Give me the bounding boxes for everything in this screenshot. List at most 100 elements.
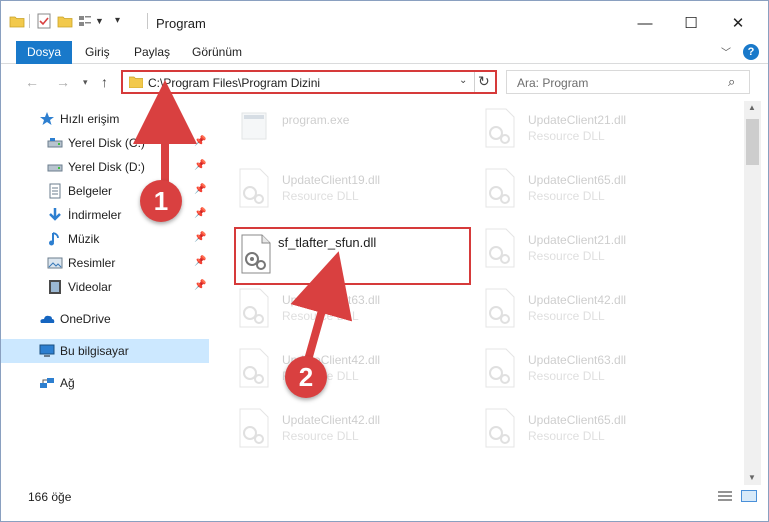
videos-icon [49, 280, 61, 294]
file-item[interactable]: UpdateClient65.dll Resource DLL [482, 401, 722, 457]
separator [147, 13, 148, 29]
navigation-bar: ← → ▾ ↑ C:\Program Files\Program Dizini … [1, 65, 768, 99]
sidebar-item-quick-access[interactable]: Hızlı erişim [1, 107, 209, 131]
sidebar-item-label: Resimler [68, 256, 116, 270]
view-options-icon[interactable] [78, 13, 92, 29]
file-name: UpdateClient21.dll [528, 113, 627, 127]
minimize-button[interactable]: — [622, 9, 668, 39]
sidebar-item-label: Yerel Disk (C:) [68, 136, 145, 150]
file-type: Resource DLL [528, 369, 605, 383]
file-type: Resource DLL [282, 429, 359, 443]
tab-file[interactable]: Dosya [16, 41, 72, 64]
dll-file-icon [485, 108, 515, 148]
dll-file-icon [241, 234, 271, 274]
file-item[interactable]: UpdateClient42.dll Resource DLL [236, 341, 476, 397]
properties-check-icon[interactable] [37, 13, 51, 29]
pin-icon[interactable]: 📌 [194, 208, 206, 219]
pin-icon[interactable]: 📌 [194, 232, 206, 243]
forward-arrow-icon[interactable]: → [56, 74, 70, 90]
window-title: Program [156, 16, 206, 31]
recent-locations-icon[interactable]: ▾ [83, 77, 88, 88]
folder-icon[interactable] [9, 13, 25, 29]
help-icon[interactable]: ? [743, 44, 759, 60]
new-folder-icon[interactable] [57, 13, 73, 29]
dll-file-icon [239, 288, 269, 328]
title-bar: ▼ ▾ Program — ☐ ✕ [1, 1, 768, 39]
refresh-icon[interactable]: ↻ [478, 73, 490, 90]
computer-icon [39, 344, 55, 357]
pin-icon[interactable]: 📌 [194, 136, 206, 147]
file-name: UpdateClient42.dll [528, 293, 627, 307]
pin-icon[interactable]: 📌 [194, 256, 206, 267]
vertical-scrollbar[interactable]: ▲ ▼ [744, 101, 761, 485]
sidebar-item-drive-d[interactable]: Yerel Disk (D:) 📌 [1, 155, 209, 179]
customize-toolbar-icon[interactable]: ▾ [115, 13, 125, 29]
file-item[interactable]: UpdateClient42.dll Resource DLL [236, 401, 476, 457]
file-item[interactable]: UpdateClient19.dll Resource DLL [236, 161, 476, 217]
pin-icon[interactable]: 📌 [194, 160, 206, 171]
scrollbar-thumb[interactable] [746, 119, 759, 165]
sidebar-item-network[interactable]: Ağ [1, 371, 209, 395]
sidebar-item-label: Müzik [68, 232, 100, 246]
sidebar-item-this-pc[interactable]: Bu bilgisayar [1, 339, 209, 363]
explorer-window: ▼ ▾ Program — ☐ ✕ Dosya Giriş Paylaş Gör… [0, 0, 769, 522]
file-item[interactable]: UpdateClient42.dll Resource DLL [482, 281, 722, 337]
chevron-down-icon[interactable]: ⌄ [459, 75, 467, 86]
file-type: Resource DLL [528, 249, 605, 263]
dll-file-icon [485, 348, 515, 388]
sidebar-item-onedrive[interactable]: OneDrive [1, 307, 209, 331]
dropdown-icon[interactable]: ▼ [95, 13, 105, 29]
file-type: Resource DLL [282, 309, 359, 323]
sidebar-item-music[interactable]: Müzik 📌 [1, 227, 209, 251]
file-type: Resource DLL [282, 189, 359, 203]
file-item[interactable]: UpdateClient65.dll Resource DLL [482, 161, 722, 217]
file-name: UpdateClient65.dll [528, 173, 627, 187]
documents-icon [49, 183, 61, 199]
back-arrow-icon[interactable]: ← [25, 74, 39, 90]
file-name: UpdateClient63.dll [528, 353, 627, 367]
folder-icon [129, 76, 143, 88]
dll-file-icon [485, 408, 515, 448]
file-name: sf_tlafter_sfun.dll [278, 235, 377, 250]
sidebar-item-drive-c[interactable]: Yerel Disk (C:) 📌 [1, 131, 209, 155]
tiles-view-icon[interactable] [741, 490, 757, 502]
search-input[interactable]: Ara: Program ⌕ [506, 70, 750, 94]
status-bar: 166 öğe [1, 485, 768, 507]
file-item[interactable]: UpdateClient63.dll Resource DLL [236, 281, 476, 337]
file-item[interactable]: UpdateClient21.dll Resource DLL [482, 221, 722, 277]
sidebar-item-label: Yerel Disk (D:) [68, 160, 145, 174]
drive-icon [47, 138, 63, 148]
close-button[interactable]: ✕ [715, 9, 761, 39]
file-name: UpdateClient19.dll [282, 173, 381, 187]
file-item[interactable]: program.exe [236, 101, 476, 157]
sidebar-item-label: Hızlı erişim [60, 112, 120, 126]
separator [474, 72, 475, 92]
pictures-icon [47, 257, 63, 269]
sidebar-item-pictures[interactable]: Resimler 📌 [1, 251, 209, 275]
search-icon[interactable]: ⌕ [728, 74, 735, 90]
pin-icon[interactable]: 📌 [194, 280, 206, 291]
tab-share[interactable]: Paylaş [134, 41, 170, 64]
expand-ribbon-icon[interactable]: ﹀ [721, 44, 731, 59]
tab-home[interactable]: Giriş [85, 41, 110, 64]
file-item-selected[interactable]: sf_tlafter_sfun.dll [234, 227, 471, 285]
sidebar-item-videos[interactable]: Videolar 📌 [1, 275, 209, 299]
scroll-down-icon[interactable]: ▼ [748, 473, 756, 482]
address-bar[interactable]: C:\Program Files\Program Dizini ⌄ ↻ [121, 70, 497, 94]
scroll-up-icon[interactable]: ▲ [748, 103, 756, 112]
details-view-icon[interactable] [717, 490, 733, 502]
maximize-button[interactable]: ☐ [668, 9, 714, 39]
file-item[interactable]: UpdateClient21.dll Resource DLL [482, 101, 722, 157]
file-item[interactable]: UpdateClient63.dll Resource DLL [482, 341, 722, 397]
tab-view[interactable]: Görünüm [192, 41, 242, 64]
address-path[interactable]: C:\Program Files\Program Dizini [148, 76, 320, 90]
up-arrow-icon[interactable]: ↑ [101, 74, 108, 90]
network-icon [40, 378, 54, 388]
separator [29, 14, 30, 28]
sidebar-item-label: Bu bilgisayar [60, 344, 129, 358]
sidebar-item-label: Belgeler [68, 184, 113, 198]
pin-icon[interactable]: 📌 [194, 184, 206, 195]
file-name: UpdateClient63.dll [282, 293, 381, 307]
ribbon-tabs: Dosya Giriş Paylaş Görünüm ﹀ ? [1, 41, 768, 64]
sidebar-item-label: Videolar [68, 280, 112, 294]
